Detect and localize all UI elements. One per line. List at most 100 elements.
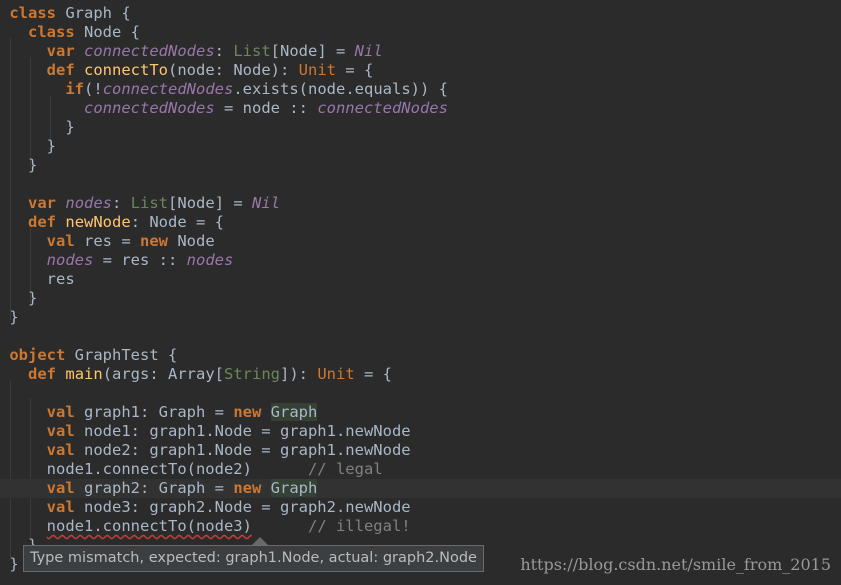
code-line[interactable]: var connectedNodes: List[Node] = Nil — [0, 42, 841, 61]
code-token: new — [233, 479, 262, 497]
code-token: node1: graph1.Node = graph1.newNode — [74, 422, 411, 440]
code-line[interactable]: def connectTo(node: Node): Unit = { — [0, 61, 841, 80]
gutter-pad — [0, 403, 9, 421]
gutter-pad — [0, 232, 9, 250]
gutter-pad — [0, 460, 9, 478]
code-token: val — [46, 422, 75, 440]
code-token: = node :: — [214, 99, 318, 117]
code-line[interactable] — [0, 175, 841, 194]
code-token: def — [28, 213, 57, 231]
code-line[interactable]: } — [0, 289, 841, 308]
tooltip-caret — [252, 537, 268, 545]
code-line[interactable]: var nodes: List[Node] = Nil — [0, 194, 841, 213]
gutter-pad — [0, 175, 9, 193]
gutter-pad — [0, 422, 9, 440]
gutter-pad — [0, 156, 9, 174]
code-line[interactable]: node1.connectTo(node2) // legal — [0, 460, 841, 479]
code-line[interactable]: node1.connectTo(node3) // illegal! — [0, 517, 841, 536]
code-token: List — [233, 42, 271, 60]
code-token: GraphTest { — [65, 346, 178, 364]
code-line[interactable]: connectedNodes = node :: connectedNodes — [0, 99, 841, 118]
code-token: var — [28, 194, 57, 212]
code-token: node1.connectTo(node3) — [46, 517, 252, 535]
code-token: nodes — [65, 194, 113, 212]
code-token: = res :: — [93, 251, 187, 269]
code-line[interactable]: nodes = res :: nodes — [0, 251, 841, 270]
code-token: node2: graph1.Node = graph1.newNode — [74, 441, 411, 459]
code-line[interactable]: res — [0, 270, 841, 289]
gutter-pad — [0, 289, 9, 307]
code-token: [Node] = — [270, 42, 355, 60]
code-line[interactable]: val node2: graph1.Node = graph1.newNode — [0, 441, 841, 460]
code-line[interactable]: if(!connectedNodes.exists(node.equals)) … — [0, 80, 841, 99]
watermark-text: https://blog.csdn.net/smile_from_2015 — [520, 555, 831, 574]
code-line[interactable]: } — [0, 308, 841, 327]
gutter-pad — [0, 61, 9, 79]
code-token: : — [112, 194, 131, 212]
code-editor[interactable]: class Graph { class Node { var connected… — [0, 0, 841, 585]
code-token: : — [214, 42, 234, 60]
code-line[interactable]: } — [0, 137, 841, 156]
gutter-pad — [0, 555, 9, 573]
code-line[interactable]: } — [0, 156, 841, 175]
code-token: connectedNodes — [84, 99, 215, 117]
code-line[interactable]: val node3: graph2.Node = graph2.newNode — [0, 498, 841, 517]
gutter-pad — [0, 42, 9, 60]
code-line[interactable]: val node1: graph1.Node = graph1.newNode — [0, 422, 841, 441]
code-token: if — [65, 80, 85, 98]
code-line[interactable]: val res = new Node — [0, 232, 841, 251]
code-token: nodes — [186, 251, 234, 269]
code-token: [Node] = — [168, 194, 253, 212]
code-token: graph1: Graph = — [74, 403, 234, 421]
code-token: res — [9, 270, 75, 288]
code-line[interactable]: } — [0, 118, 841, 137]
code-token: graph2: Graph = — [74, 479, 234, 497]
code-token: main — [65, 365, 103, 383]
code-line[interactable] — [0, 384, 841, 403]
code-token: Graph { — [56, 4, 131, 22]
code-line[interactable]: def main(args: Array[String]): Unit = { — [0, 365, 841, 384]
gutter-pad — [0, 80, 9, 98]
code-line[interactable]: val graph1: Graph = new Graph — [0, 403, 841, 422]
code-token: object — [9, 346, 66, 364]
code-token: ]): — [280, 365, 318, 383]
code-line[interactable]: class Node { — [0, 23, 841, 42]
watermark: https://blog.csdn.net/smile_from_2015 — [520, 555, 831, 574]
code-token: = { — [336, 61, 374, 79]
code-line[interactable]: class Graph { — [0, 4, 841, 23]
code-token: val — [46, 232, 75, 250]
gutter-pad — [0, 118, 9, 136]
code-token: (args: Array[ — [102, 365, 225, 383]
code-line[interactable] — [0, 327, 841, 346]
code-line[interactable]: object GraphTest { — [0, 346, 841, 365]
code-token: node1.connectTo(node2) — [9, 460, 308, 478]
gutter-pad — [0, 137, 9, 155]
code-token: Graph — [270, 403, 318, 421]
code-token: nodes — [46, 251, 94, 269]
code-token: val — [46, 403, 75, 421]
code-line[interactable]: def newNode: Node = { — [0, 213, 841, 232]
code-token: } — [9, 289, 38, 307]
code-token: } — [9, 156, 38, 174]
code-token: node3: graph2.Node = graph2.newNode — [74, 498, 411, 516]
gutter-pad — [0, 346, 9, 364]
code-token: Nil — [252, 194, 281, 212]
code-token: class — [9, 4, 57, 22]
code-token: Node — [168, 232, 215, 250]
code-token: val — [46, 498, 75, 516]
gutter-pad — [0, 213, 9, 231]
code-token: val — [46, 479, 75, 497]
code-line[interactable]: val graph2: Graph = new Graph — [0, 479, 841, 498]
